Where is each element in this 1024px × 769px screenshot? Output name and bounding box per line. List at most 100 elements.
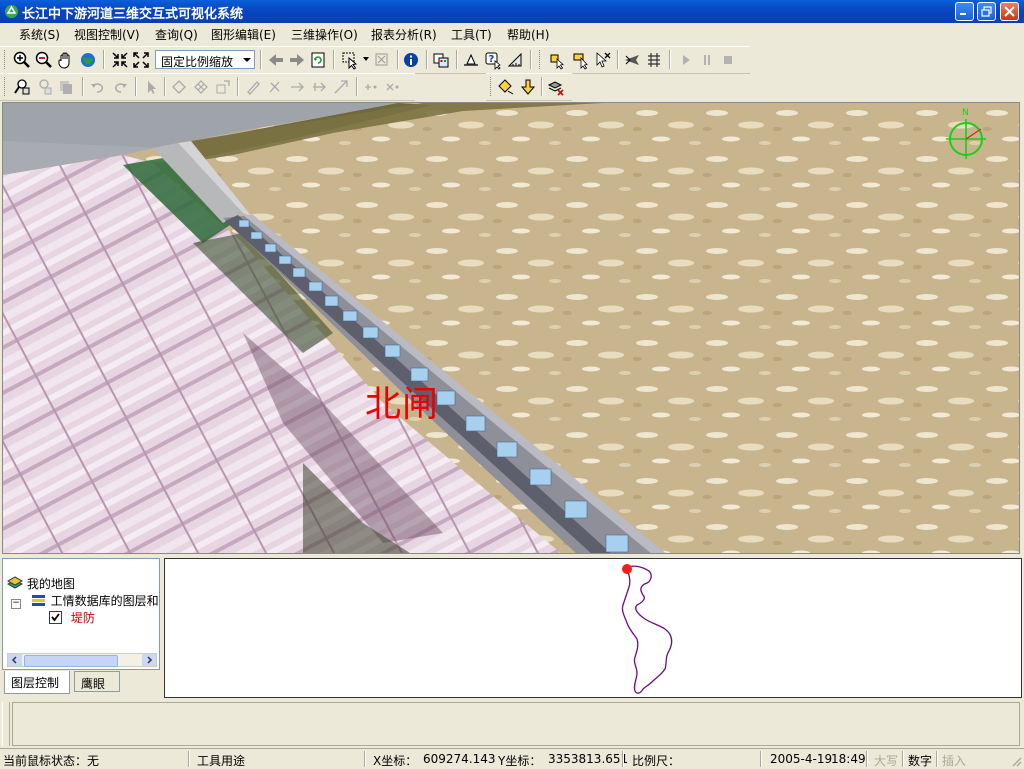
pause-button[interactable] — [697, 50, 717, 70]
collapse-toggle-icon[interactable]: − — [11, 599, 21, 609]
delete-point-button[interactable] — [383, 77, 403, 97]
menu-query[interactable]: 查询(Q) — [155, 26, 198, 43]
minimize-button[interactable] — [955, 2, 974, 21]
play-button[interactable] — [676, 50, 696, 70]
layer-properties-button[interactable] — [431, 50, 451, 70]
fixed-zoom-out-button[interactable] — [131, 50, 151, 70]
tree-layer-label: 堤防 — [70, 611, 95, 625]
forward-button[interactable] — [287, 50, 307, 70]
clear-selection-icon — [375, 53, 388, 66]
pan-button[interactable] — [56, 50, 76, 70]
delete-vertex-button[interactable] — [265, 77, 285, 97]
select-feature-button[interactable] — [340, 50, 360, 70]
toolbar-grip[interactable] — [490, 77, 494, 96]
add-point-button[interactable] — [361, 77, 381, 97]
layer-visibility-checkbox[interactable] — [49, 611, 62, 624]
restore-button[interactable] — [977, 2, 996, 21]
disabled-magnify-icon — [39, 79, 52, 95]
toolbar-grip[interactable] — [539, 50, 543, 69]
draw-line-button[interactable] — [243, 77, 263, 97]
menu-report-analysis[interactable]: 报表分析(R) — [371, 26, 437, 43]
flight-button[interactable] — [622, 50, 642, 70]
delete-layer-button[interactable] — [546, 77, 566, 97]
edit-tool-2-button[interactable] — [34, 77, 54, 97]
move-vertex-button[interactable] — [287, 77, 307, 97]
menu-tools[interactable]: 工具(T) — [451, 26, 492, 43]
status-date: 2005-4-19 — [770, 752, 833, 766]
menu-help[interactable]: 帮助(H) — [507, 26, 549, 43]
eagle-eye-map[interactable] — [164, 558, 1022, 698]
symbol-edit-button[interactable] — [496, 77, 516, 97]
close-button[interactable] — [1000, 2, 1019, 21]
tree-horizontal-scrollbar[interactable] — [7, 653, 157, 667]
minimize-icon — [960, 13, 966, 15]
chevron-down-icon — [243, 58, 251, 62]
menu-graphic-edit[interactable]: 图形编辑(E) — [211, 26, 276, 43]
draw-pattern-button[interactable] — [191, 77, 211, 97]
overview-river-map — [621, 564, 673, 694]
zoom-in-button[interactable] — [12, 50, 32, 70]
menu-view-control[interactable]: 视图控制(V) — [74, 26, 140, 43]
split-button[interactable] — [331, 77, 351, 97]
copy-button[interactable] — [56, 77, 76, 97]
split-icon — [334, 80, 348, 94]
scroll-thumb[interactable] — [24, 655, 118, 667]
fixed-zoom-in-button[interactable] — [110, 50, 130, 70]
zoom-out-button[interactable] — [34, 50, 54, 70]
grid-tool-button[interactable] — [644, 50, 664, 70]
area-measure-icon — [507, 52, 522, 67]
status-num-lock: 数字 — [908, 754, 933, 768]
resize-grip-icon[interactable] — [1010, 755, 1022, 767]
globe-full-extent-button[interactable] — [78, 50, 98, 70]
3d-viewport[interactable]: N 北闸 — [2, 102, 1020, 554]
measure-button[interactable] — [461, 50, 481, 70]
stop-button[interactable] — [718, 50, 738, 70]
menu-bar: 系统(S) 视图控制(V) 查询(Q) 图形编辑(E) 三维操作(O) 报表分析… — [0, 23, 1024, 44]
redo-icon — [114, 83, 127, 93]
draw-diamond-button[interactable] — [169, 77, 189, 97]
clear-selection-button[interactable] — [372, 50, 392, 70]
draw-rotate-button[interactable] — [213, 77, 233, 97]
back-button[interactable] — [266, 50, 286, 70]
point-select-icon — [550, 54, 564, 70]
symbol-down-button[interactable] — [518, 77, 538, 97]
status-y-value: 3353813.651 — [548, 752, 629, 766]
output-pane-grip[interactable] — [2, 702, 10, 746]
play-icon — [683, 55, 690, 65]
scroll-left-button[interactable] — [8, 654, 22, 666]
area-measure-button[interactable] — [505, 50, 525, 70]
toolbar-grip[interactable] — [4, 77, 8, 96]
status-divider — [622, 751, 624, 767]
toolbar-separator — [135, 77, 137, 96]
yellow-arrow-down-icon — [520, 79, 536, 95]
identify-button[interactable] — [401, 50, 421, 70]
tree-root[interactable]: 我的地图 — [6, 575, 75, 592]
zoom-mode-combo[interactable]: 固定比例缩放 — [155, 50, 255, 69]
tab-layer-control[interactable]: 图层控制 — [4, 671, 70, 694]
current-position-marker — [622, 564, 632, 574]
add-vertex-button[interactable] — [309, 77, 329, 97]
redo-button[interactable] — [110, 77, 130, 97]
copy-icon — [60, 81, 72, 94]
tree-layer-dike[interactable]: 堤防 — [49, 609, 95, 626]
undo-button[interactable] — [88, 77, 108, 97]
edit-tool-button[interactable] — [12, 77, 32, 97]
main-toolbar: 固定比例缩放 ? — [0, 46, 750, 74]
select-clear-button[interactable] — [593, 50, 613, 70]
toolbar-separator — [397, 50, 399, 69]
menu-3d-operation[interactable]: 三维操作(O) — [291, 26, 358, 43]
select-dropdown-icon[interactable] — [363, 57, 369, 61]
info-icon — [404, 53, 418, 67]
cursor-cross-icon — [596, 52, 611, 68]
scroll-right-button[interactable] — [142, 654, 156, 666]
help-pointer-button[interactable]: ? — [483, 50, 503, 70]
select-point-button[interactable] — [548, 50, 568, 70]
menu-system[interactable]: 系统(S) — [19, 26, 60, 43]
refresh-button[interactable] — [308, 50, 328, 70]
tab-eagle-eye[interactable]: 鹰眼 — [74, 671, 120, 692]
edit-select-button[interactable] — [141, 77, 161, 97]
toolbar-grip[interactable] — [4, 50, 8, 69]
select-area-button[interactable] — [571, 50, 591, 70]
pointer-arrow-icon — [148, 81, 156, 94]
tree-group[interactable]: − 工情数据库的图层和| — [11, 592, 159, 609]
